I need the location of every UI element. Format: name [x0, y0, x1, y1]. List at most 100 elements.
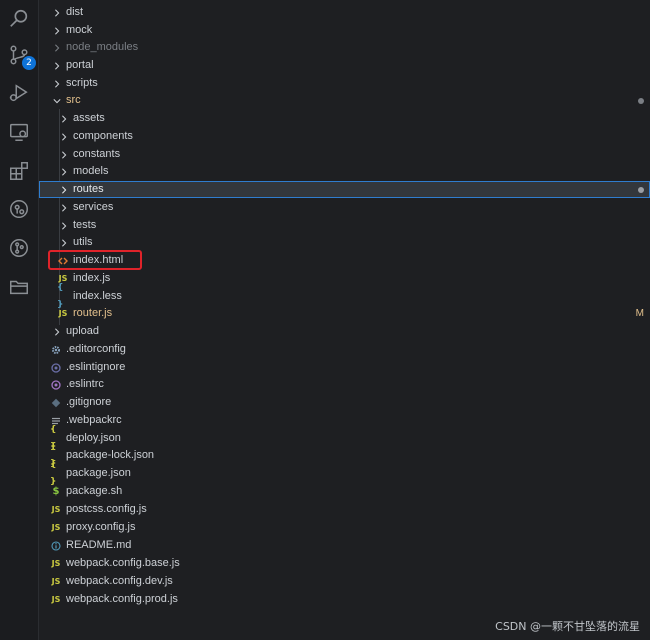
- tree-item-gitignore[interactable]: .gitignore: [39, 394, 650, 411]
- tree-item-webpack-config-base-js[interactable]: JS webpack.config.base.js: [39, 555, 650, 572]
- tree-item-label: node_modules: [66, 41, 139, 53]
- file-explorer: dist mock node_modules portal scripts sr…: [39, 0, 650, 640]
- tree-item-label: .webpackrc: [66, 414, 122, 426]
- js-file-icon: JS: [51, 595, 61, 604]
- chevron-right-icon: [59, 163, 69, 180]
- tree-item-upload[interactable]: upload: [39, 323, 650, 340]
- tree-item-label: webpack.config.base.js: [66, 557, 180, 569]
- chevron-right-icon: [52, 75, 62, 92]
- info-icon: [50, 537, 62, 554]
- tree-item-label: utils: [73, 236, 93, 248]
- tree-item-label: .editorconfig: [66, 343, 126, 355]
- chevron-right-icon: [52, 57, 62, 74]
- tree-item-postcss-config-js[interactable]: JS postcss.config.js: [39, 501, 650, 518]
- modified-dot: [638, 187, 644, 193]
- chevron-right-icon: [59, 217, 69, 234]
- modified-dot: [638, 98, 644, 104]
- tree-item-label: postcss.config.js: [66, 503, 147, 515]
- tree-item-label: mock: [66, 24, 93, 36]
- tree-item-assets[interactable]: assets: [39, 110, 650, 127]
- js-file-icon: JS: [51, 523, 61, 532]
- tree-item-label: portal: [66, 59, 94, 71]
- gitlens-icon[interactable]: [4, 194, 34, 224]
- tree-item-services[interactable]: services: [39, 199, 650, 216]
- js-file-icon: JS: [51, 559, 61, 568]
- tree-item-label: services: [73, 201, 114, 213]
- tree-item-dist[interactable]: dist: [39, 4, 650, 21]
- chevron-right-icon: [59, 199, 69, 216]
- tree-item-utils[interactable]: utils: [39, 234, 650, 251]
- extensions-icon[interactable]: [4, 156, 34, 186]
- source-control-icon[interactable]: 2: [4, 40, 36, 70]
- chevron-right-icon: [52, 22, 62, 39]
- tree-item-label: proxy.config.js: [66, 521, 136, 533]
- tree-item-index-js[interactable]: JS index.js: [39, 270, 650, 287]
- tree-item-mock[interactable]: mock: [39, 22, 650, 39]
- remote-explorer-icon[interactable]: [4, 117, 34, 147]
- js-file-icon: JS: [51, 505, 61, 514]
- tree-item-eslintignore[interactable]: .eslintignore: [39, 359, 650, 376]
- tree-item-label: webpack.config.prod.js: [66, 593, 178, 605]
- tree-item-webpack-config-dev-js[interactable]: JS webpack.config.dev.js: [39, 573, 650, 590]
- eslint-icon: [50, 359, 62, 376]
- tree-item-label: index.js: [73, 272, 111, 284]
- eslint-icon: [50, 376, 62, 393]
- tree-item-label: package.sh: [66, 485, 123, 497]
- tree-item-package-json[interactable]: { } package.json: [39, 460, 650, 487]
- tree-item-webpack-config-prod-js[interactable]: JS webpack.config.prod.js: [39, 591, 650, 608]
- search-icon[interactable]: [4, 4, 34, 34]
- tree-item-editorconfig[interactable]: .editorconfig: [39, 341, 650, 358]
- tree-item-label: package-lock.json: [66, 449, 155, 461]
- tree-item-label: .gitignore: [66, 396, 112, 408]
- source-control-badge: 2: [22, 56, 36, 70]
- tree-item-label: index.less: [73, 290, 122, 302]
- tree-item-label: .eslintignore: [66, 361, 126, 373]
- less-file-icon: { }: [57, 282, 64, 310]
- tree-item-index-less[interactable]: { } index.less: [39, 282, 650, 310]
- tree-item-webpackrc[interactable]: .webpackrc: [39, 412, 650, 429]
- chevron-right-icon: [59, 110, 69, 127]
- chevron-right-icon: [59, 181, 69, 198]
- tree-item-src[interactable]: src: [39, 92, 650, 109]
- tree-item-label: components: [73, 130, 133, 142]
- tree-item-deploy-json[interactable]: { } deploy.json: [39, 425, 650, 452]
- tree-item-node-modules[interactable]: node_modules: [39, 39, 650, 56]
- tree-item-label: webpack.config.dev.js: [66, 575, 173, 587]
- tree-item-readme-md[interactable]: README.md: [39, 537, 650, 554]
- tree-item-label: constants: [73, 148, 121, 160]
- folder-icon[interactable]: [4, 272, 34, 302]
- activity-bar: 2: [0, 0, 39, 640]
- git-graph-icon[interactable]: [4, 233, 34, 263]
- tree-item-label: tests: [73, 219, 97, 231]
- chevron-right-icon: [59, 234, 69, 251]
- tree-item-components[interactable]: components: [39, 128, 650, 145]
- tree-item-proxy-config-js[interactable]: JS proxy.config.js: [39, 519, 650, 536]
- tree-item-label: package.json: [66, 467, 131, 479]
- tree-item-label: upload: [66, 325, 100, 337]
- gear-icon: [50, 341, 62, 358]
- tree-item-constants[interactable]: constants: [39, 146, 650, 163]
- tree-item-label: dist: [66, 6, 84, 18]
- tree-item-routes[interactable]: routes: [39, 181, 650, 198]
- js-file-icon: JS: [51, 577, 61, 586]
- chevron-right-icon: [52, 4, 62, 21]
- tree-item-tests[interactable]: tests: [39, 217, 650, 234]
- tree-item-scripts[interactable]: scripts: [39, 75, 650, 92]
- tree-item-label: router.js: [73, 307, 113, 319]
- tree-item-label: models: [73, 165, 109, 177]
- chevron-down-icon: [52, 92, 62, 109]
- shell-file-icon: $: [52, 486, 60, 497]
- tree-item-label: scripts: [66, 77, 98, 89]
- chevron-right-icon: [52, 39, 62, 56]
- tree-item-label: src: [66, 94, 81, 106]
- git-status-badge: M: [635, 308, 644, 319]
- tree-item-router-js[interactable]: JS router.js M: [39, 305, 650, 322]
- tree-item-label: .eslintrc: [66, 378, 104, 390]
- tree-item-portal[interactable]: portal: [39, 57, 650, 74]
- tree-item-eslintrc[interactable]: .eslintrc: [39, 376, 650, 393]
- tree-item-package-sh[interactable]: $ package.sh: [39, 483, 650, 500]
- tree-item-label: assets: [73, 112, 105, 124]
- tree-item-package-lock-json[interactable]: { } package-lock.json: [39, 442, 650, 469]
- run-debug-icon[interactable]: [4, 78, 34, 108]
- tree-item-models[interactable]: models: [39, 163, 650, 180]
